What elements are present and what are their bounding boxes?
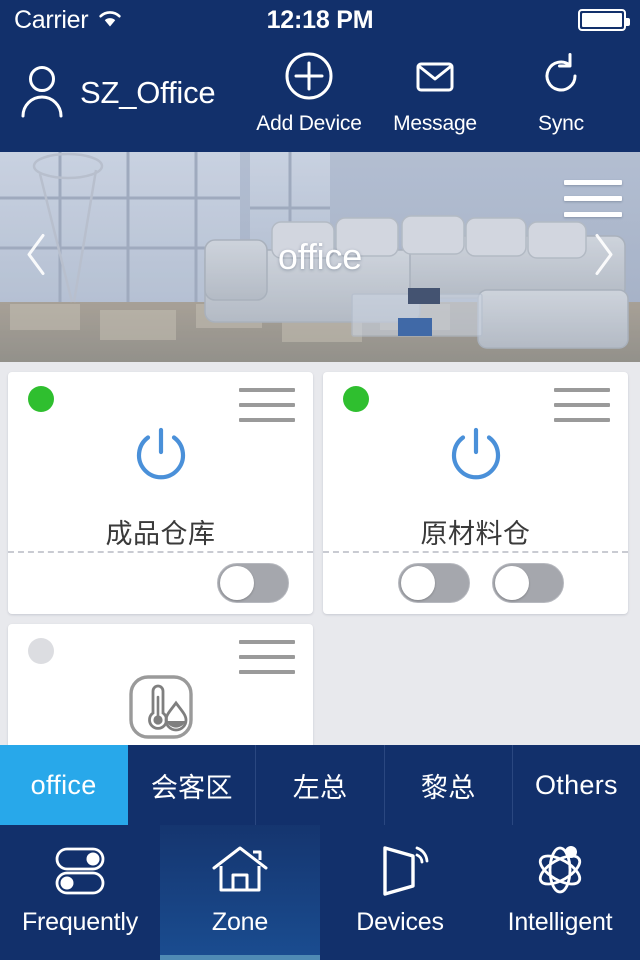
device-wifi-icon xyxy=(369,842,431,898)
nav-item-zone[interactable]: Zone xyxy=(160,825,320,960)
device-card-body: 成品仓库 xyxy=(8,416,313,551)
zone-tab-lizong[interactable]: 黎总 xyxy=(385,745,513,825)
device-name: 原材料仓 xyxy=(420,518,531,549)
zone-title: office xyxy=(277,236,363,277)
zone-tab-bar: office 会客区 左总 黎总 Others xyxy=(0,745,640,825)
sync-label: Sync xyxy=(538,112,584,135)
nav-item-intelligent[interactable]: Intelligent xyxy=(480,825,640,960)
atom-icon xyxy=(529,842,591,898)
status-indicator-online xyxy=(28,386,54,412)
device-menu-icon[interactable] xyxy=(554,388,610,433)
nav-label: Intelligent xyxy=(507,908,613,936)
home-icon xyxy=(209,842,271,898)
zone-tab-zuozong[interactable]: 左总 xyxy=(256,745,385,825)
nav-label: Zone xyxy=(211,908,269,936)
device-card[interactable]: 成品仓库 xyxy=(8,372,313,614)
temperature-humidity-sensor-icon[interactable] xyxy=(123,670,199,744)
device-toggle-switch[interactable] xyxy=(491,563,564,604)
device-card-body: 原材料仓 xyxy=(323,416,628,551)
device-card[interactable] xyxy=(8,624,313,745)
message-button[interactable]: Message xyxy=(374,50,496,136)
device-switch-row xyxy=(8,550,313,614)
zone-tab-label: Others xyxy=(535,769,618,800)
zone-tab-label: 会客区 xyxy=(150,772,233,803)
device-card-header xyxy=(323,372,628,422)
device-card[interactable]: 原材料仓 xyxy=(323,372,628,614)
status-bar-right xyxy=(578,9,630,31)
add-device-label: Add Device xyxy=(256,112,362,135)
account-name: SZ_Office xyxy=(80,75,216,110)
zone-tab-label: 黎总 xyxy=(420,772,476,803)
zone-hero-banner[interactable]: office xyxy=(0,152,640,362)
device-switch-row xyxy=(323,550,628,614)
status-indicator-online xyxy=(343,386,369,412)
power-icon[interactable] xyxy=(128,418,194,492)
device-menu-icon[interactable] xyxy=(239,388,295,433)
nav-item-devices[interactable]: Devices xyxy=(320,825,480,960)
account-area[interactable]: SZ_Office xyxy=(18,64,216,123)
carrier-label: Carrier xyxy=(14,5,89,34)
add-device-button[interactable]: Add Device xyxy=(248,50,370,136)
hero-hamburger-menu-icon[interactable] xyxy=(564,180,622,228)
toggles-icon xyxy=(49,842,111,898)
nav-item-frequently[interactable]: Frequently xyxy=(0,825,160,960)
sync-button[interactable]: Sync xyxy=(500,50,622,136)
plus-circle-icon xyxy=(283,50,335,107)
status-bar: Carrier 12:18 PM xyxy=(0,0,640,40)
zone-tab-label: 左总 xyxy=(292,772,348,803)
device-card-grid: 成品仓库 原材料仓 xyxy=(0,362,640,745)
status-bar-left: Carrier xyxy=(14,6,123,35)
power-icon[interactable] xyxy=(443,418,509,492)
zone-tab-label: office xyxy=(30,769,97,800)
wifi-icon xyxy=(97,8,123,33)
app-header: SZ_Office Add Device Message Sync xyxy=(0,40,640,152)
status-indicator-offline xyxy=(28,638,54,664)
zone-tab-others[interactable]: Others xyxy=(513,745,640,825)
refresh-icon xyxy=(535,50,587,107)
user-avatar-icon xyxy=(18,64,66,123)
app-screen: Carrier 12:18 PM SZ_Office Add Device Me… xyxy=(0,0,640,960)
device-toggle-switch[interactable] xyxy=(397,563,470,604)
envelope-icon xyxy=(409,50,461,107)
zone-tab-reception[interactable]: 会客区 xyxy=(128,745,257,825)
nav-label: Frequently xyxy=(21,908,139,936)
battery-full-icon xyxy=(578,9,630,31)
nav-label: Devices xyxy=(356,908,444,936)
device-card-header xyxy=(8,372,313,422)
bottom-navigation-bar: Frequently Zone Devices Intelligent xyxy=(0,825,640,960)
zone-tab-office[interactable]: office xyxy=(0,745,129,825)
header-actions: Add Device Message Sync xyxy=(248,50,622,136)
message-label: Message xyxy=(393,112,477,135)
device-toggle-switch[interactable] xyxy=(217,563,289,604)
device-name: 成品仓库 xyxy=(105,518,216,549)
device-card-header xyxy=(8,624,313,674)
device-menu-icon[interactable] xyxy=(239,640,295,685)
